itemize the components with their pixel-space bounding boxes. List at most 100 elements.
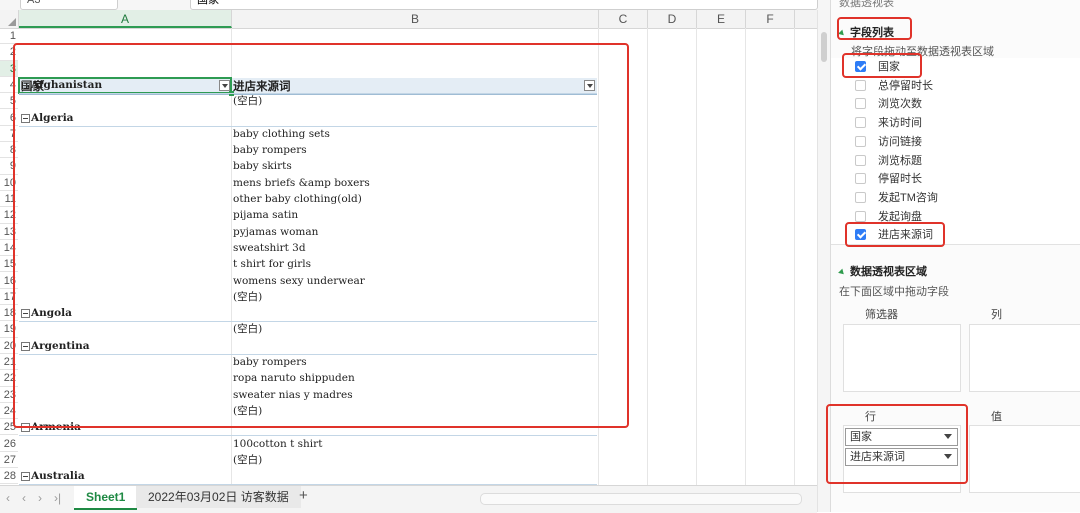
row-header[interactable]: 21	[0, 354, 18, 371]
row-field-country[interactable]: 国家	[845, 428, 958, 446]
panel-top-label: 数据透视表	[839, 0, 894, 9]
source-term-label: (空白)	[233, 453, 263, 466]
column-header-c[interactable]: C	[599, 10, 648, 28]
country-label: Armenia	[31, 421, 81, 434]
country-label: Angola	[31, 307, 72, 320]
row-header[interactable]: 28	[0, 468, 18, 485]
field-label: 浏览次数	[878, 98, 922, 111]
scrollbar-thumb[interactable]	[821, 32, 827, 62]
source-term-label: (空白)	[233, 323, 263, 336]
row-header[interactable]: 25	[0, 419, 18, 436]
cell-area[interactable]: 国家 进店来源词 Afghanistan (空白) Algeria baby clot…	[18, 28, 817, 485]
source-term-label: sweater nias y madres	[233, 388, 353, 401]
source-term-label: pyjamas woman	[233, 225, 319, 238]
row-header[interactable]: 10	[0, 175, 18, 191]
row-header[interactable]: 20	[0, 338, 18, 354]
columns-drop-area[interactable]	[969, 324, 1080, 392]
collapse-minus-icon[interactable]	[21, 309, 30, 319]
row-header[interactable]: 17	[0, 289, 18, 306]
row-header[interactable]: 22	[0, 370, 18, 387]
field-checkbox[interactable]	[855, 135, 866, 147]
field-checkbox[interactable]	[855, 117, 866, 129]
row-header[interactable]: 12	[0, 207, 18, 224]
field-label: 发起询盘	[878, 210, 922, 223]
row-header[interactable]: 15	[0, 256, 18, 273]
add-sheet-button[interactable]: +	[299, 487, 308, 504]
row-header[interactable]: 16	[0, 273, 18, 289]
dropdown-arrow-icon[interactable]	[944, 454, 952, 459]
field-checkbox[interactable]	[855, 98, 866, 110]
field-label: 进店来源词	[878, 229, 933, 242]
collapse-minus-icon[interactable]	[21, 341, 30, 351]
last-sheet-icon[interactable]: ›|	[54, 491, 61, 505]
column-header-f[interactable]: F	[746, 10, 795, 28]
field-label: 访问链接	[878, 135, 922, 148]
row-header[interactable]: 3	[0, 60, 18, 77]
field-checkbox[interactable]	[855, 61, 866, 72]
next-sheet-icon[interactable]: ›	[38, 491, 42, 505]
source-term-label: baby clothing sets	[233, 127, 330, 140]
row-header[interactable]: 26	[0, 436, 18, 452]
row-field-source-term[interactable]: 进店来源词	[845, 448, 958, 466]
first-sheet-icon[interactable]: ‹	[6, 491, 10, 505]
row-header[interactable]: 18	[0, 305, 18, 322]
row-header[interactable]: 4	[0, 77, 18, 94]
column-header-b[interactable]: B	[232, 10, 599, 28]
field-label: 总停留时长	[878, 79, 933, 92]
row-header[interactable]: 13	[0, 224, 18, 240]
field-checkbox[interactable]	[855, 79, 866, 91]
collapse-minus-icon[interactable]	[21, 472, 30, 482]
source-term-label: baby rompers	[233, 144, 307, 157]
pivot-areas-title[interactable]: 数据透视表区域	[838, 263, 927, 279]
field-checkbox[interactable]	[855, 210, 866, 222]
source-term-label: t shirt for girls	[233, 258, 312, 271]
tab-visitor-data[interactable]: 2022年03月02日 访客数据	[136, 486, 301, 508]
values-drop-area[interactable]	[969, 425, 1080, 493]
source-term-label: (空白)	[233, 95, 263, 108]
collapse-minus-icon[interactable]	[21, 113, 30, 123]
dropdown-arrow-icon[interactable]	[944, 434, 952, 439]
row-header[interactable]: 24	[0, 403, 18, 420]
row-header[interactable]: 5	[0, 93, 18, 110]
row-header[interactable]: 23	[0, 387, 18, 403]
row-header[interactable]: 14	[0, 240, 18, 257]
collapse-minus-icon[interactable]	[21, 423, 30, 433]
prev-sheet-icon[interactable]: ‹	[22, 491, 26, 505]
tab-sheet1[interactable]: Sheet1	[74, 486, 138, 510]
pivot-country-row: Angola	[19, 305, 597, 323]
column-header-d[interactable]: D	[648, 10, 697, 28]
values-area-label: 值	[991, 411, 1002, 423]
source-term-label: baby skirts	[233, 160, 292, 173]
field-checkbox[interactable]	[855, 191, 866, 203]
field-list-title[interactable]: 字段列表	[838, 24, 894, 40]
field-checkbox[interactable]	[855, 154, 866, 166]
name-box[interactable]: A3	[20, 0, 118, 10]
field-checkbox[interactable]	[855, 229, 866, 241]
field-label: 国家	[878, 61, 900, 73]
row-header[interactable]: 8	[0, 142, 18, 159]
spreadsheet-grid[interactable]: A B C D E F 1 2 3 4 5 6 7 8 9 10 11 12 13 14 15 16 17 18 1…	[0, 10, 817, 485]
rows-area-label: 行	[865, 411, 876, 423]
row-header[interactable]: 11	[0, 191, 18, 208]
select-all-corner[interactable]	[0, 10, 19, 28]
row-header[interactable]: 27	[0, 452, 18, 469]
row-header[interactable]: 6	[0, 110, 18, 126]
formula-input[interactable]: 国家	[190, 0, 818, 10]
row-header[interactable]: 1	[0, 28, 18, 45]
field-checkbox[interactable]	[855, 173, 866, 185]
sheet-tabs-bar: ‹ ‹ › ›| Sheet1 2022年03月02日 访客数据 +	[0, 485, 817, 513]
column-header-e[interactable]: E	[697, 10, 746, 28]
horizontal-scrollbar[interactable]	[480, 493, 802, 505]
vertical-scrollbar[interactable]	[817, 10, 831, 512]
row-header[interactable]: 19	[0, 321, 18, 338]
column-header-a[interactable]: A	[19, 10, 232, 28]
filter-drop-area[interactable]	[843, 324, 961, 392]
row-header[interactable]: 7	[0, 126, 18, 143]
row-header[interactable]: 9	[0, 158, 18, 175]
country-label: Algeria	[31, 111, 74, 124]
source-term-label: sweatshirt 3d	[233, 241, 306, 254]
collapse-minus-icon[interactable]	[21, 80, 30, 90]
row-header[interactable]: 2	[0, 44, 18, 61]
country-label: Australia	[31, 470, 85, 483]
filter-area-label: 筛选器	[865, 309, 898, 321]
